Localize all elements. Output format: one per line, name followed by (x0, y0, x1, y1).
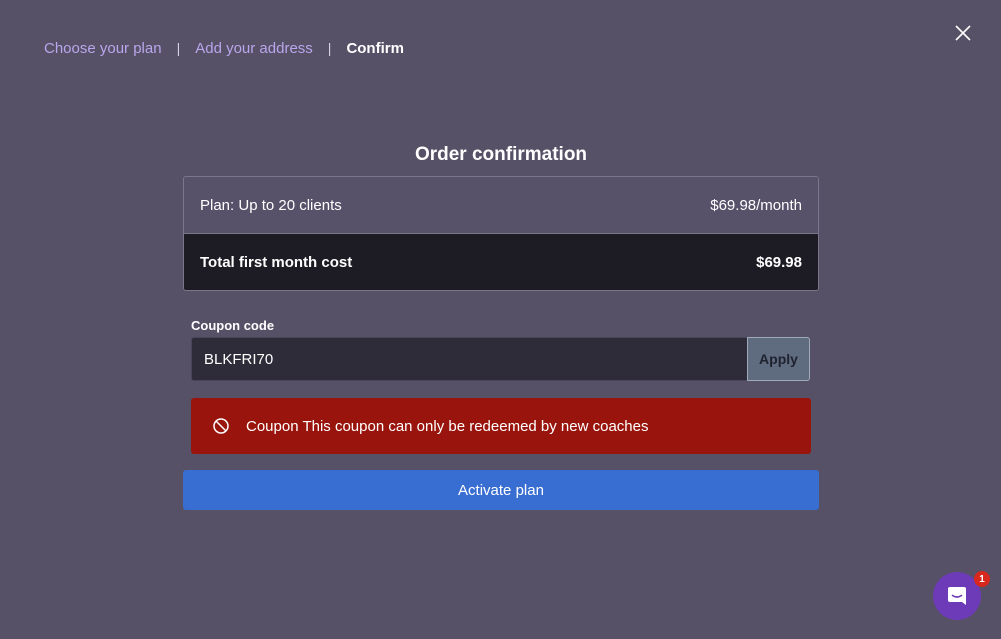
ban-icon (212, 417, 230, 435)
error-alert: Coupon This coupon can only be redeemed … (191, 398, 811, 454)
close-button[interactable] (952, 22, 974, 44)
activate-plan-button[interactable]: Activate plan (183, 470, 819, 510)
step-separator: | (176, 40, 181, 56)
total-label: Total first month cost (200, 253, 353, 271)
order-summary: Plan: Up to 20 clients $69.98/month Tota… (183, 176, 819, 291)
plan-row: Plan: Up to 20 clients $69.98/month (184, 177, 818, 234)
error-message: Coupon This coupon can only be redeemed … (246, 417, 649, 435)
apply-button[interactable]: Apply (747, 337, 810, 381)
plan-label: Plan: Up to 20 clients (200, 196, 342, 214)
plan-price: $69.98/month (710, 196, 802, 214)
step-confirm: Confirm (346, 39, 404, 57)
coupon-input[interactable] (191, 337, 747, 381)
total-row: Total first month cost $69.98 (184, 234, 818, 290)
close-icon (955, 25, 971, 41)
page-title: Order confirmation (414, 144, 588, 165)
notification-badge: 1 (974, 571, 990, 587)
total-value: $69.98 (756, 253, 802, 271)
coupon-form: Apply (191, 337, 810, 381)
coupon-label: Coupon code (191, 318, 275, 333)
checkout-steps: Choose your plan | Add your address | Co… (44, 38, 404, 58)
chat-icon (948, 587, 966, 605)
step-separator: | (327, 40, 332, 56)
step-add-address[interactable]: Add your address (195, 40, 313, 57)
step-choose-plan[interactable]: Choose your plan (44, 40, 162, 57)
